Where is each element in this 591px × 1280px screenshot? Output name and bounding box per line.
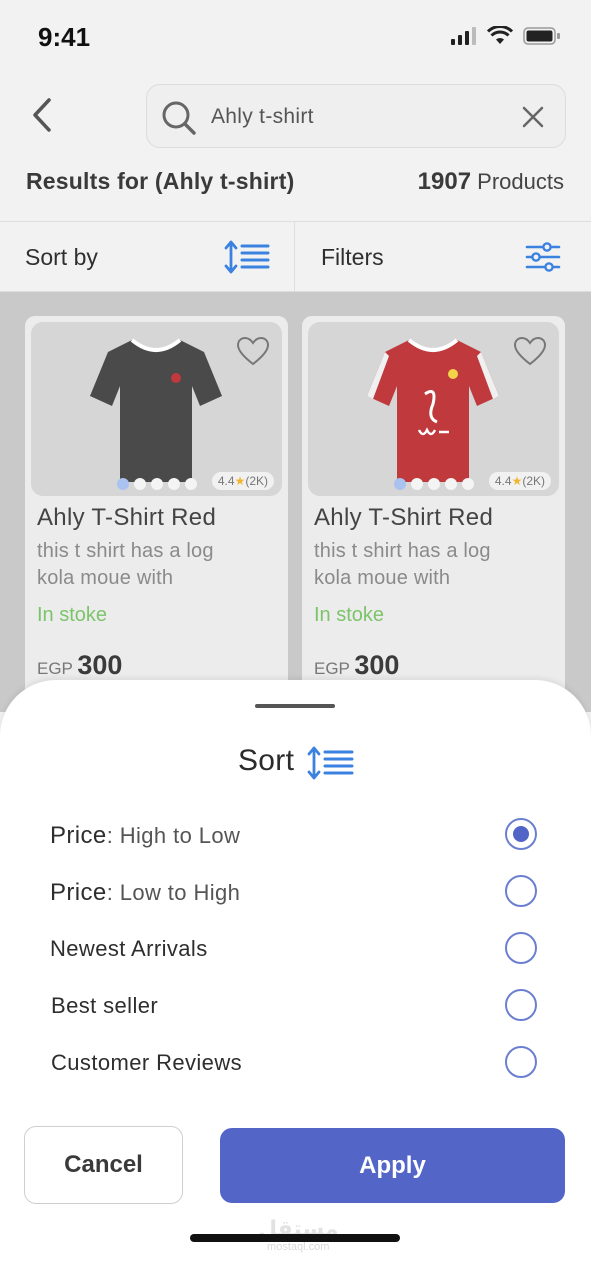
results-count-number: 1907: [417, 168, 472, 195]
home-indicator[interactable]: [190, 1234, 400, 1242]
results-count-unit: Products: [477, 169, 564, 194]
product-name: Ahly T-Shirt Red: [37, 504, 217, 531]
radio-button[interactable]: [505, 932, 537, 964]
product-card[interactable]: 4.4★(2K) Ahly T-Shirt Red this t shirt h…: [302, 316, 565, 736]
clear-search-icon[interactable]: [519, 103, 547, 131]
sort-icon: [224, 240, 270, 274]
filters-button[interactable]: Filters: [295, 222, 591, 292]
search-input[interactable]: Ahly t-shirt: [211, 105, 314, 129]
rating-count: (2K): [245, 474, 268, 488]
sort-option-price-high-low[interactable]: Price: High to Low: [0, 810, 591, 860]
product-image: 4.4★(2K): [308, 322, 559, 496]
product-description-line: kola moue with: [314, 567, 451, 589]
search-field[interactable]: Ahly t-shirt: [146, 84, 566, 148]
sheet-title: Sort: [238, 744, 295, 777]
status-time: 9:41: [38, 22, 91, 52]
results-title: Results for (Ahly t-shirt): [26, 168, 295, 194]
product-description: this t shirt has a log kola moue with: [37, 538, 277, 592]
battery-icon: [523, 27, 560, 45]
wifi-icon: [487, 26, 513, 44]
sort-option-customer-reviews[interactable]: Customer Reviews: [0, 1038, 591, 1088]
back-button[interactable]: [22, 92, 62, 138]
product-price: EGP 300: [314, 650, 399, 681]
image-carousel-dots: [117, 478, 197, 490]
sort-option-label: Customer Reviews: [51, 1050, 243, 1075]
star-icon: ★: [511, 474, 523, 488]
price-amount: 300: [354, 650, 400, 680]
rating-value: 4.4: [217, 474, 235, 488]
carousel-dot[interactable]: [168, 478, 180, 490]
product-image: 4.4★(2K): [31, 322, 282, 496]
carousel-dot[interactable]: [185, 478, 197, 490]
product-name: Ahly T-Shirt Red: [314, 504, 494, 531]
carousel-dot[interactable]: [134, 478, 146, 490]
product-price: EGP 300: [37, 650, 122, 681]
cancel-button[interactable]: Cancel: [24, 1126, 183, 1204]
rating-badge: 4.4★(2K): [211, 472, 274, 490]
carousel-dot[interactable]: [411, 478, 423, 490]
carousel-dot[interactable]: [151, 478, 163, 490]
tshirt-icon: [90, 338, 222, 482]
sheet-drag-handle[interactable]: [255, 704, 335, 708]
tshirt-icon: [367, 338, 499, 482]
product-description: this t shirt has a log kola moue with: [314, 538, 554, 592]
carousel-dot[interactable]: [462, 478, 474, 490]
sort-option-best-seller[interactable]: Best seller: [0, 981, 591, 1031]
star-icon: ★: [234, 474, 246, 488]
price-currency: EGP: [37, 659, 73, 678]
sort-option-title: Price: [50, 822, 107, 849]
radio-button-selected[interactable]: [505, 818, 537, 850]
sort-option-price-low-high[interactable]: Price: Low to High: [0, 867, 591, 917]
rating-count: (2K): [522, 474, 545, 488]
carousel-dot[interactable]: [394, 478, 406, 490]
sort-option-label: Newest Arrivals: [50, 936, 208, 961]
stock-status: In stoke: [37, 604, 108, 626]
sort-option-newest-arrivals[interactable]: Newest Arrivals: [0, 924, 591, 974]
price-currency: EGP: [314, 659, 350, 678]
carousel-dot[interactable]: [117, 478, 129, 490]
product-card[interactable]: 4.4★(2K) Ahly T-Shirt Red this t shirt h…: [25, 316, 288, 736]
carousel-dot[interactable]: [428, 478, 440, 490]
product-description-line: this t shirt has a log: [314, 540, 491, 562]
rating-value: 4.4: [494, 474, 512, 488]
heart-icon[interactable]: [236, 336, 270, 366]
sort-option-label: Price: Low to High: [50, 879, 240, 907]
heart-icon[interactable]: [513, 336, 547, 366]
sort-by-label: Sort by: [25, 244, 98, 270]
sort-option-title: Price: [50, 879, 107, 906]
stock-status: In stoke: [314, 604, 385, 626]
carousel-dot[interactable]: [445, 478, 457, 490]
sort-option-label: Price: High to Low: [50, 822, 240, 850]
image-carousel-dots: [394, 478, 474, 490]
chevron-left-icon: [33, 98, 51, 132]
sort-option-detail: : Low to High: [106, 880, 241, 905]
apply-button[interactable]: Apply: [220, 1128, 565, 1203]
radio-button[interactable]: [505, 989, 537, 1021]
sort-filter-bar: Sort by Filters: [0, 221, 591, 292]
sliders-icon: [525, 242, 561, 272]
sort-option-label: Best seller: [51, 993, 159, 1018]
sort-icon: [307, 746, 354, 780]
sort-by-button[interactable]: Sort by: [0, 222, 295, 292]
cellular-signal-icon: [451, 27, 476, 45]
product-description-line: this t shirt has a log: [37, 540, 214, 562]
radio-button[interactable]: [505, 875, 537, 907]
product-description-line: kola moue with: [37, 567, 174, 589]
search-icon: [162, 101, 196, 135]
rating-badge: 4.4★(2K): [488, 472, 551, 490]
sort-bottom-sheet: Sort Price: High to Low Price: Low to Hi…: [0, 680, 591, 1280]
filters-label: Filters: [321, 244, 384, 270]
product-grid: 4.4★(2K) Ahly T-Shirt Red this t shirt h…: [0, 292, 591, 736]
results-count: 1907 Products: [418, 168, 564, 196]
price-amount: 300: [77, 650, 123, 680]
sort-option-detail: : High to Low: [106, 823, 241, 848]
radio-button[interactable]: [505, 1046, 537, 1078]
status-bar: 9:41: [0, 0, 591, 80]
status-icons: [451, 26, 561, 46]
